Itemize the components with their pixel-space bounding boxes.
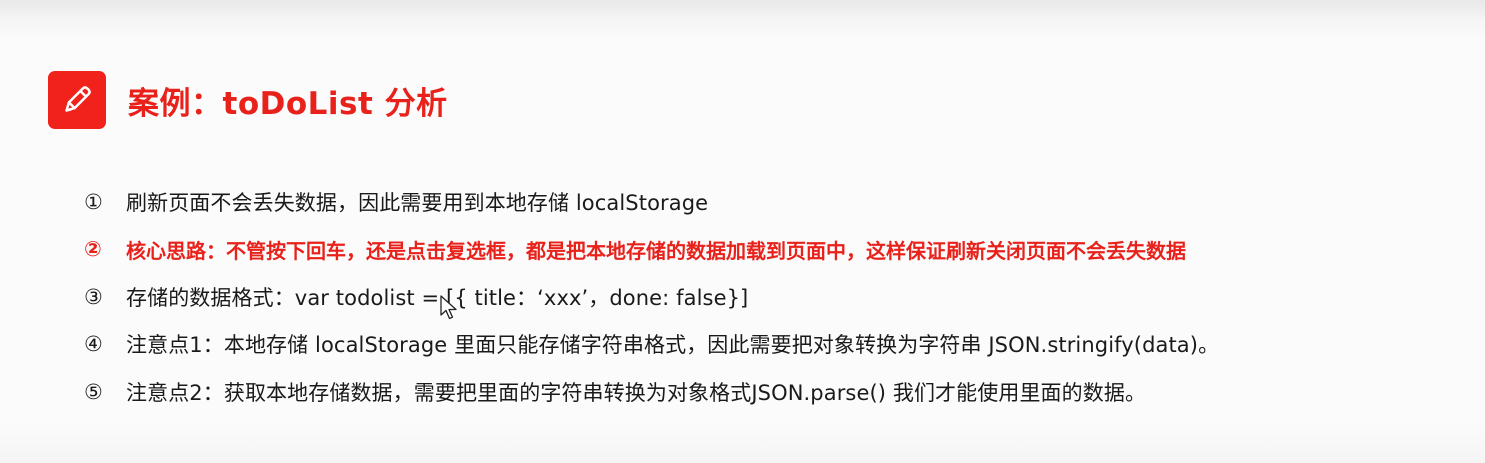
item-text: 注意点2：获取本地存储数据，需要把里面的字符串转换为对象格式JSON.parse… [126,380,1147,405]
list-item-highlight: ② 核心思路：不管按下回车，还是点击复选框，都是把本地存储的数据加载到页面中，这… [84,226,1474,274]
item-number: ④ [84,332,103,357]
item-text: 刷新页面不会丢失数据，因此需要用到本地存储 localStorage [126,190,709,215]
item-text: 核心思路：不管按下回车，还是点击复选框，都是把本地存储的数据加载到页面中，这样保… [126,238,1186,263]
item-number: ② [84,237,102,262]
item-text: 注意点1：本地存储 localStorage 里面只能存储字符串格式，因此需要把… [126,333,1220,358]
item-number: ③ [84,284,103,309]
mouse-cursor-icon [440,295,457,320]
slide: 案例：toDoList 分析 ① 刷新页面不会丢失数据，因此需要用到本地存储 l… [0,0,1485,463]
slide-top-edge [0,0,1485,18]
pencil-icon [48,71,106,129]
list-item: ④ 注意点1：本地存储 localStorage 里面只能存储字符串格式，因此需… [84,321,1474,369]
list-item: ⑤ 注意点2：获取本地存储数据，需要把里面的字符串转换为对象格式JSON.par… [84,368,1474,416]
list-item: ③ 存储的数据格式：var todolist = [{ title：‘xxx’，… [84,273,1474,321]
slide-header: 案例：toDoList 分析 [48,71,448,129]
slide-title: 案例：toDoList 分析 [128,85,448,122]
point-list: ① 刷新页面不会丢失数据，因此需要用到本地存储 localStorage ② 核… [84,178,1474,416]
item-number: ① [84,189,103,214]
item-text: 存储的数据格式：var todolist = [{ title：‘xxx’，do… [126,285,749,310]
item-number: ⑤ [84,379,103,404]
list-item: ① 刷新页面不会丢失数据，因此需要用到本地存储 localStorage [84,178,1474,226]
